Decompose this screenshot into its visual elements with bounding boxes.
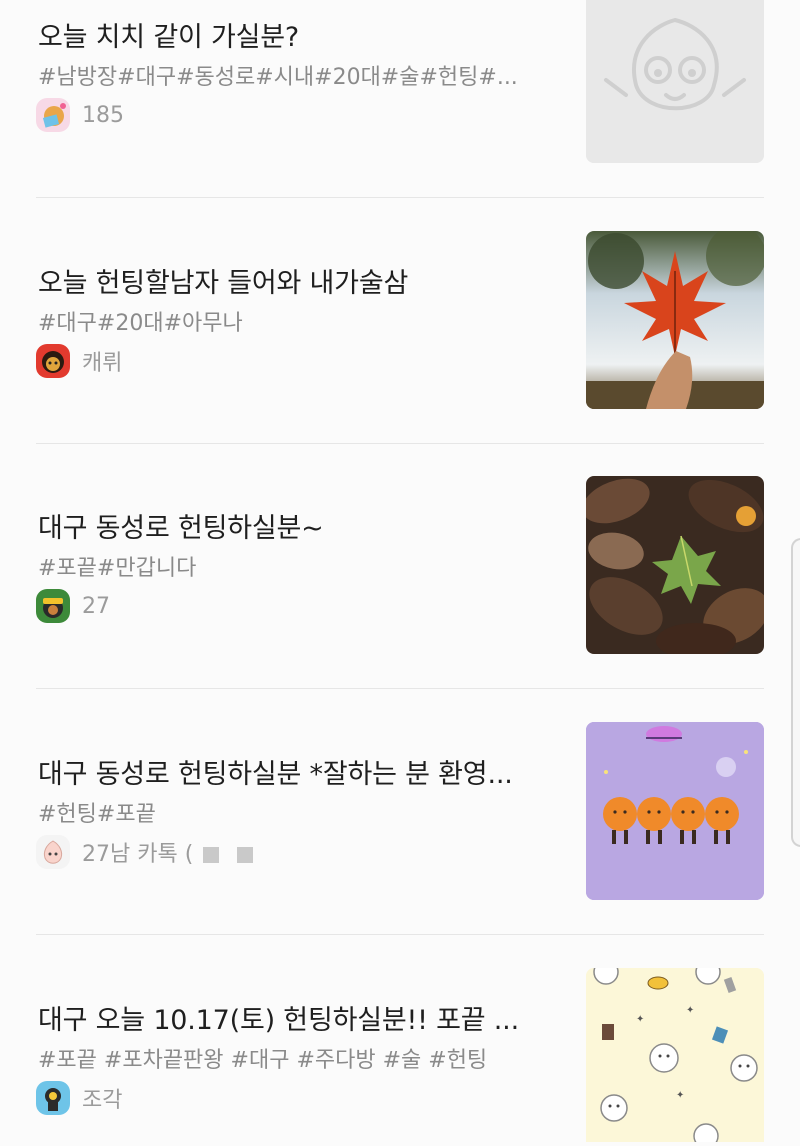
post-tags: #포끝 #포차끝판왕 #대구 #주다방 #술 #헌팅 xyxy=(38,1048,488,1073)
list-item[interactable]: 대구 오늘 10.17(토) 헌팅하실분!! 포끝 ... #포끝 #포차끝판왕… xyxy=(36,968,766,1146)
list-item[interactable]: 대구 동성로 헌팅하실분 *잘하는 분 환영... #헌팅#포끝 27남 카톡 … xyxy=(36,722,766,900)
scrollbar-handle[interactable] xyxy=(791,538,800,847)
divider xyxy=(36,934,764,935)
apeach-placeholder-icon[interactable] xyxy=(586,0,764,163)
post-title[interactable]: 오늘 헌팅할남자 들어와 내가술삼 xyxy=(38,261,408,300)
post-tags: #대구#20대#아무나 xyxy=(38,311,243,336)
list-item[interactable]: 오늘 치치 같이 가실분? #남방장#대구#동성로#시내#20대#술#헌팅#..… xyxy=(36,0,766,163)
svg-text:✦: ✦ xyxy=(676,1090,684,1101)
post-tags: #헌팅#포끝 xyxy=(38,802,156,827)
ryan-book-avatar-icon xyxy=(36,98,70,132)
post-title[interactable]: 대구 오늘 10.17(토) 헌팅하실분!! 포끝 ... xyxy=(38,998,519,1037)
post-tags: #포끝#만갑니다 xyxy=(38,556,197,581)
list-item[interactable]: 오늘 헌팅할남자 들어와 내가술삼 #대구#20대#아무나 캐뤼 xyxy=(36,231,766,409)
post-meta: 조각 xyxy=(36,1080,122,1116)
divider xyxy=(36,443,764,444)
autumn-leaves-photo-icon[interactable] xyxy=(586,476,764,654)
post-tags: #남방장#대구#동성로#시내#20대#술#헌팅#... xyxy=(38,65,518,90)
post-title[interactable]: 오늘 치치 같이 가실분? xyxy=(38,15,299,54)
post-meta: 185 xyxy=(36,97,124,133)
censor-block xyxy=(203,847,220,863)
post-meta: 캐뤼 xyxy=(36,343,122,379)
post-title[interactable]: 대구 동성로 헌팅하실분~ xyxy=(38,506,324,545)
ryan-dancers-illustration-icon[interactable] xyxy=(586,722,764,900)
member-count: 27 xyxy=(82,593,110,619)
post-meta: 27 xyxy=(36,588,110,624)
censor-block xyxy=(237,847,254,863)
host-nickname: 27남 카톡 ( xyxy=(82,836,254,868)
host-nickname: 캐뤼 xyxy=(82,351,123,376)
member-count: 185 xyxy=(82,102,124,128)
character-blue-avatar-icon xyxy=(36,1081,70,1115)
svg-text:✦: ✦ xyxy=(686,1005,694,1016)
list-item[interactable]: 대구 동성로 헌팅하실분~ #포끝#만갑니다 27 xyxy=(36,476,766,654)
post-meta: 27남 카톡 ( xyxy=(36,834,254,870)
divider xyxy=(36,197,764,198)
pattern-illustration-icon[interactable]: ✦ ✦ ✦ xyxy=(586,968,764,1142)
post-title[interactable]: 대구 동성로 헌팅하실분 *잘하는 분 환영... xyxy=(38,752,513,791)
svg-text:✦: ✦ xyxy=(636,1014,644,1025)
maple-leaf-photo-icon[interactable] xyxy=(586,231,764,409)
character-green-avatar-icon xyxy=(36,589,70,623)
host-nickname: 조각 xyxy=(82,1088,123,1113)
apeach-avatar-icon xyxy=(36,835,70,869)
divider xyxy=(36,688,764,689)
character-red-avatar-icon xyxy=(36,344,70,378)
